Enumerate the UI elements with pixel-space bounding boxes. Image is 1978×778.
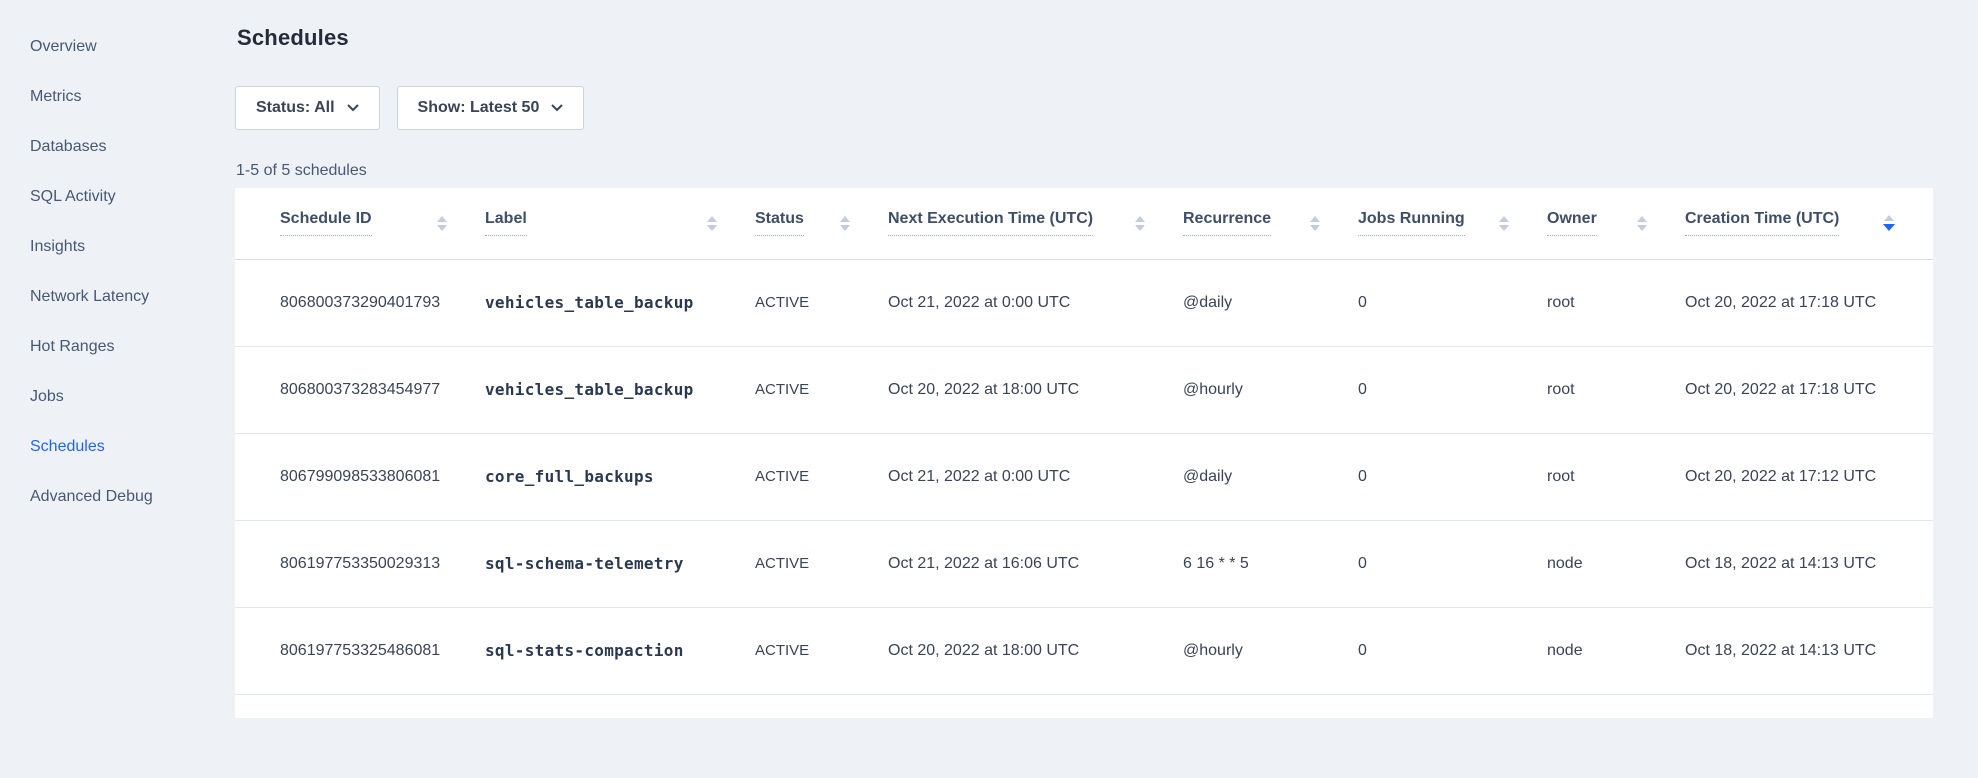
cell-schedule-id: 806197753325486081	[235, 607, 485, 694]
table-row: 806197753350029313 sql-schema-telemetry …	[235, 520, 1933, 607]
cell-jobs-running: 0	[1358, 346, 1547, 433]
sidebar-item-sql-activity[interactable]: SQL Activity	[0, 172, 235, 222]
sidebar-item-hot-ranges[interactable]: Hot Ranges	[0, 322, 235, 372]
sidebar: Overview Metrics Databases SQL Activity …	[0, 0, 235, 778]
cell-schedule-id: 806800373283454977	[235, 346, 485, 433]
cell-owner: node	[1547, 607, 1685, 694]
column-label: Status	[755, 210, 804, 236]
table-row: 806799098533806081 core_full_backups ACT…	[235, 433, 1933, 520]
cell-recurrence: @daily	[1183, 259, 1358, 346]
cell-owner: root	[1547, 259, 1685, 346]
cell-next-execution: Oct 20, 2022 at 18:00 UTC	[888, 607, 1183, 694]
cell-owner: root	[1547, 346, 1685, 433]
column-header-jobs-running[interactable]: Jobs Running	[1358, 188, 1547, 259]
column-label: Label	[485, 210, 527, 236]
table-row: 806800373290401793 vehicles_table_backup…	[235, 259, 1933, 346]
cell-label: sql-stats-compaction	[485, 607, 755, 694]
cell-jobs-running: 0	[1358, 259, 1547, 346]
cell-schedule-id: 806197753350029313	[235, 520, 485, 607]
cell-creation-time: Oct 20, 2022 at 17:18 UTC	[1685, 346, 1933, 433]
cell-status: ACTIVE	[755, 433, 888, 520]
chevron-down-icon	[347, 104, 359, 112]
sidebar-item-schedules[interactable]: Schedules	[0, 422, 235, 472]
sidebar-item-advanced-debug[interactable]: Advanced Debug	[0, 472, 235, 522]
cell-recurrence: @daily	[1183, 433, 1358, 520]
sort-icon	[707, 216, 717, 231]
cell-jobs-running: 0	[1358, 433, 1547, 520]
cell-status: ACTIVE	[755, 520, 888, 607]
cell-recurrence: @hourly	[1183, 607, 1358, 694]
show-filter-dropdown[interactable]: Show: Latest 50	[397, 86, 585, 130]
cell-next-execution: Oct 21, 2022 at 0:00 UTC	[888, 259, 1183, 346]
cell-next-execution: Oct 21, 2022 at 16:06 UTC	[888, 520, 1183, 607]
cell-schedule-id: 806799098533806081	[235, 433, 485, 520]
column-label: Creation Time (UTC)	[1685, 210, 1839, 236]
column-label: Schedule ID	[280, 210, 372, 236]
sidebar-item-jobs[interactable]: Jobs	[0, 372, 235, 422]
cell-status: ACTIVE	[755, 259, 888, 346]
chevron-down-icon	[551, 104, 563, 112]
cell-recurrence: 6 16 * * 5	[1183, 520, 1358, 607]
cell-creation-time: Oct 20, 2022 at 17:12 UTC	[1685, 433, 1933, 520]
sidebar-item-network-latency[interactable]: Network Latency	[0, 272, 235, 322]
sort-icon	[1310, 216, 1320, 231]
column-header-next-execution-time[interactable]: Next Execution Time (UTC)	[888, 188, 1183, 259]
table-row: 806800373283454977 vehicles_table_backup…	[235, 346, 1933, 433]
cell-recurrence: @hourly	[1183, 346, 1358, 433]
sort-icon	[1135, 216, 1145, 231]
column-header-creation-time[interactable]: Creation Time (UTC)	[1685, 188, 1933, 259]
status-filter-dropdown[interactable]: Status: All	[235, 86, 380, 130]
table-row: 806197753325486081 sql-stats-compaction …	[235, 607, 1933, 694]
cell-next-execution: Oct 21, 2022 at 0:00 UTC	[888, 433, 1183, 520]
page-title: Schedules	[237, 25, 349, 51]
cell-jobs-running: 0	[1358, 520, 1547, 607]
column-label: Jobs Running	[1358, 210, 1465, 236]
column-header-recurrence[interactable]: Recurrence	[1183, 188, 1358, 259]
sort-icon-active-desc	[1883, 215, 1895, 231]
column-header-owner[interactable]: Owner	[1547, 188, 1685, 259]
schedules-table: Schedule ID Label Status	[235, 188, 1933, 695]
column-header-schedule-id[interactable]: Schedule ID	[235, 188, 485, 259]
show-filter-label: Show: Latest 50	[418, 99, 540, 117]
cell-status: ACTIVE	[755, 346, 888, 433]
sort-icon	[1499, 216, 1509, 231]
table-header-row: Schedule ID Label Status	[235, 188, 1933, 259]
cell-next-execution: Oct 20, 2022 at 18:00 UTC	[888, 346, 1183, 433]
sidebar-item-overview[interactable]: Overview	[0, 22, 235, 72]
sidebar-item-insights[interactable]: Insights	[0, 222, 235, 272]
cell-label: vehicles_table_backup	[485, 346, 755, 433]
column-label: Next Execution Time (UTC)	[888, 210, 1093, 236]
cell-owner: node	[1547, 520, 1685, 607]
cell-schedule-id: 806800373290401793	[235, 259, 485, 346]
cell-creation-time: Oct 20, 2022 at 17:18 UTC	[1685, 259, 1933, 346]
filter-bar: Status: All Show: Latest 50	[235, 86, 584, 130]
sort-icon	[437, 216, 447, 231]
cell-owner: root	[1547, 433, 1685, 520]
status-filter-label: Status: All	[256, 99, 335, 117]
sort-icon	[840, 216, 850, 231]
schedules-table-card: Schedule ID Label Status	[235, 188, 1933, 718]
results-summary: 1-5 of 5 schedules	[236, 162, 367, 180]
column-label: Recurrence	[1183, 210, 1271, 236]
column-header-status[interactable]: Status	[755, 188, 888, 259]
cell-label: core_full_backups	[485, 433, 755, 520]
sort-icon	[1637, 216, 1647, 231]
sidebar-item-databases[interactable]: Databases	[0, 122, 235, 172]
cell-creation-time: Oct 18, 2022 at 14:13 UTC	[1685, 607, 1933, 694]
cell-label: sql-schema-telemetry	[485, 520, 755, 607]
sidebar-item-metrics[interactable]: Metrics	[0, 72, 235, 122]
cell-status: ACTIVE	[755, 607, 888, 694]
cell-creation-time: Oct 18, 2022 at 14:13 UTC	[1685, 520, 1933, 607]
cell-label: vehicles_table_backup	[485, 259, 755, 346]
column-header-label[interactable]: Label	[485, 188, 755, 259]
column-label: Owner	[1547, 210, 1597, 236]
cell-jobs-running: 0	[1358, 607, 1547, 694]
